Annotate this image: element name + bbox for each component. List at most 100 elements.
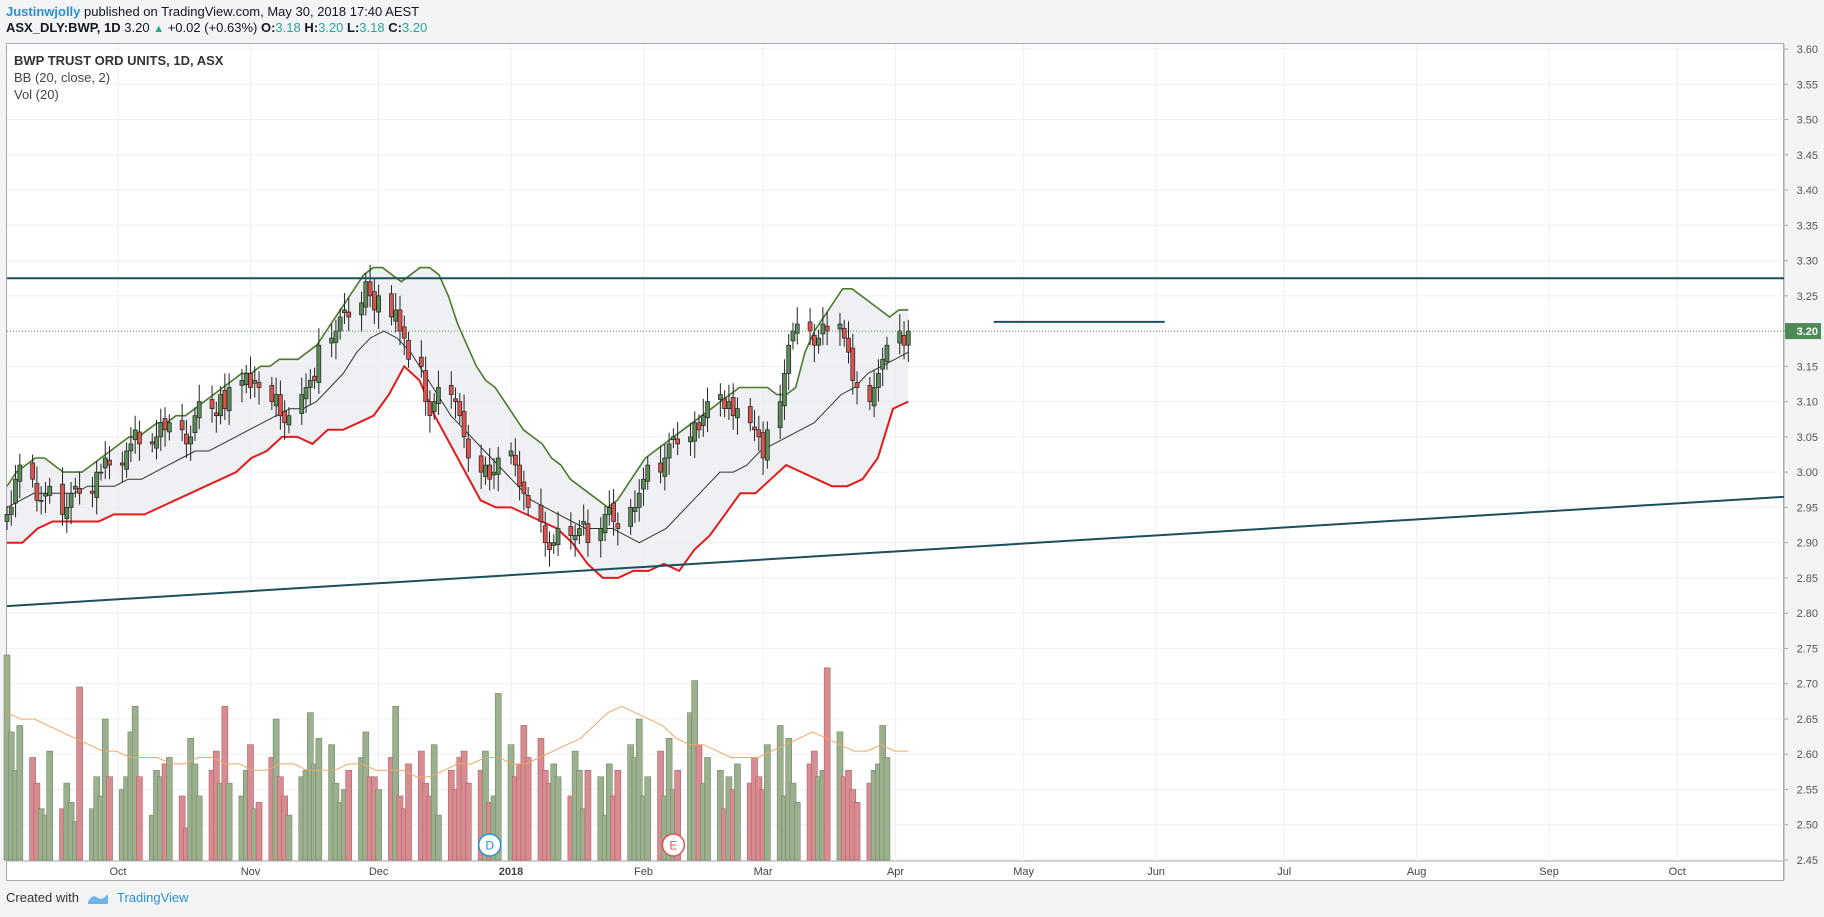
- candle-body: [166, 422, 172, 433]
- candle-body: [107, 459, 112, 466]
- candle-body: [192, 415, 198, 433]
- candle-body: [196, 401, 202, 419]
- candle-body: [615, 523, 621, 529]
- candle-body: [508, 450, 514, 457]
- price-tick-label: 2.60: [1797, 749, 1818, 761]
- volume-bar: [315, 737, 323, 861]
- candle-body: [299, 394, 305, 414]
- candle-body: [837, 323, 843, 330]
- price-tick-label: 2.50: [1797, 820, 1818, 832]
- candle-body: [547, 542, 552, 551]
- candle-body: [765, 429, 770, 461]
- candle-body: [636, 492, 642, 508]
- candle-body: [213, 412, 219, 417]
- price-tick-label: 3.60: [1797, 44, 1818, 56]
- volume-bar: [76, 686, 83, 861]
- volume-bar: [106, 776, 113, 861]
- volume-bar: [46, 750, 54, 861]
- candle-body: [487, 464, 493, 480]
- price-tick-label: 3.10: [1797, 397, 1818, 409]
- price-tick-label: 3.40: [1797, 185, 1818, 197]
- candle-body: [760, 432, 766, 459]
- candle-body: [124, 450, 129, 470]
- price-tick-label: 3.00: [1797, 467, 1818, 479]
- candle-body: [611, 502, 616, 522]
- time-tick-label: Aug: [1407, 866, 1427, 878]
- price-tick-label: 3.15: [1797, 361, 1818, 373]
- candle-body: [158, 422, 164, 438]
- candle-body: [572, 535, 578, 541]
- tradingview-link[interactable]: TradingView: [117, 890, 189, 905]
- candle-body: [312, 375, 317, 381]
- candle-body: [303, 387, 309, 400]
- candle-body: [72, 485, 78, 490]
- candle-body: [367, 281, 373, 297]
- price-chart[interactable]: 3.60 3.55 3.50 3.45 3.40 3.35 3.30 3.25 3.20 3.15…: [0, 0, 1824, 917]
- price-tick-label: 3.05: [1797, 432, 1818, 444]
- candle-body: [38, 499, 44, 502]
- candle-body: [94, 471, 100, 498]
- candle-body: [431, 401, 437, 412]
- volume-bar: [554, 776, 562, 861]
- volume-bar: [494, 693, 502, 861]
- price-tick-label: 2.95: [1797, 502, 1818, 514]
- time-tick-label: May: [1013, 866, 1034, 878]
- candle-body: [218, 394, 223, 417]
- candle-body: [329, 337, 334, 344]
- candle-body: [542, 525, 548, 544]
- candle-body: [735, 408, 740, 419]
- candle-body: [897, 330, 903, 344]
- volume-bar: [255, 802, 263, 861]
- candle-body: [705, 401, 710, 419]
- candle-body: [149, 441, 155, 445]
- candle-body: [577, 528, 582, 536]
- candle-body: [794, 323, 800, 334]
- price-tick-label: 3.45: [1797, 150, 1818, 162]
- candle-body: [884, 344, 890, 362]
- candle-body: [256, 382, 262, 388]
- candle-body: [359, 302, 364, 316]
- time-tick-label: Feb: [634, 866, 653, 878]
- bb-indicator-label[interactable]: BB (20, close, 2): [14, 69, 223, 86]
- candle-body: [722, 398, 727, 410]
- candle-body: [730, 397, 736, 417]
- candle-body: [316, 344, 322, 383]
- volume-bar: [136, 776, 143, 861]
- candle-body: [188, 436, 194, 445]
- candle-body: [811, 334, 817, 346]
- price-tick-label: 2.75: [1797, 643, 1818, 655]
- candle-body: [495, 457, 501, 475]
- candle-body: [568, 526, 574, 536]
- candle-body: [551, 542, 557, 546]
- candle-body: [692, 422, 698, 442]
- candle-body: [376, 295, 381, 313]
- candle-body: [645, 464, 651, 482]
- volume-bar: [704, 757, 711, 861]
- candle-body: [696, 422, 702, 431]
- candle-body: [525, 495, 531, 508]
- candle-body: [816, 337, 821, 346]
- candle-body: [820, 323, 826, 335]
- tradingview-logo-icon[interactable]: [87, 891, 109, 905]
- candle-body: [184, 433, 189, 445]
- candle-body: [517, 464, 522, 487]
- volume-indicator-label[interactable]: Vol (20): [14, 86, 223, 103]
- candle-body: [448, 385, 454, 395]
- price-tick-label: 2.80: [1797, 608, 1818, 620]
- candle-body: [824, 325, 830, 332]
- candle-body: [154, 436, 159, 449]
- candle-body: [278, 394, 283, 417]
- footer: Created with TradingView: [6, 890, 189, 905]
- candle-body: [90, 490, 95, 494]
- price-tick-label: 2.70: [1797, 679, 1818, 691]
- candle-body: [521, 481, 527, 494]
- candle-body: [598, 528, 604, 541]
- candle-body: [226, 387, 232, 412]
- candle-body: [342, 309, 347, 314]
- last-price-label: 3.20: [1797, 326, 1818, 338]
- time-tick-label: Oct: [1669, 866, 1686, 878]
- candle-body: [700, 415, 706, 426]
- price-tick-label: 2.55: [1797, 784, 1818, 796]
- candle-body: [222, 389, 228, 410]
- candle-body: [854, 382, 860, 388]
